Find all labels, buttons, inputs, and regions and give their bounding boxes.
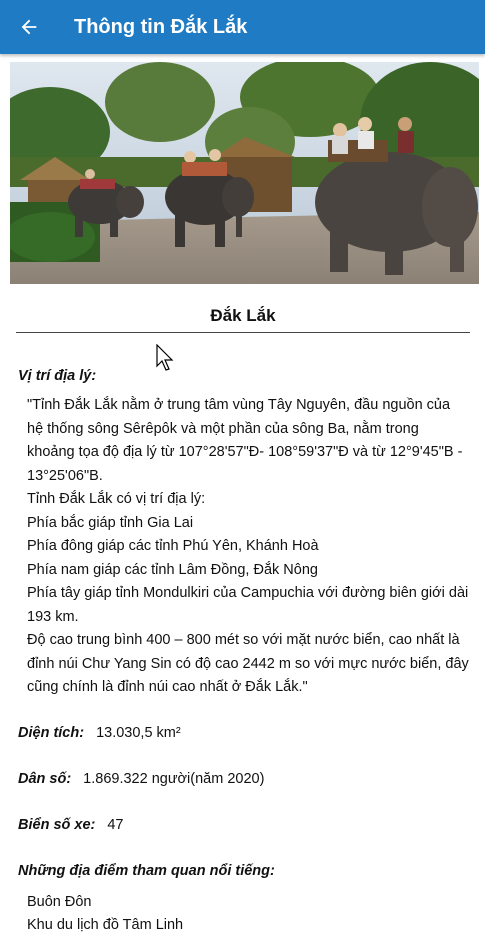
area-label: Diện tích:	[18, 724, 85, 741]
plate-label: Biển số xe:	[18, 816, 96, 833]
plate-value: 47	[107, 816, 124, 833]
geography-line: Phía nam giáp các tỉnh Lâm Đồng, Đắk Nôn…	[27, 561, 318, 578]
geography-line: "Tỉnh Đắk Lắk nằm ở trung tâm vùng Tây N…	[27, 397, 463, 484]
famous-places-list: Buôn Đôn Khu du lịch đồ Tâm Linh	[27, 891, 470, 937]
place-name: Đắk Lắk	[210, 306, 276, 325]
famous-places-label: Những địa điểm tham quan nổi tiếng:	[18, 862, 275, 879]
geography-line: Độ cao trung bình 400 – 800 mét so với m…	[27, 632, 469, 695]
hero-image	[10, 62, 479, 284]
geography-line: Tỉnh Đắk Lắk có vị trí địa lý:	[27, 491, 206, 507]
back-button[interactable]	[0, 0, 58, 54]
geography-label: Vị trí địa lý:	[18, 368, 97, 384]
plate-row: Biển số xe: 47	[18, 817, 470, 833]
geography-line: Phía đông giáp các tỉnh Phú Yên, Khánh H…	[27, 538, 319, 554]
list-item: Buôn Đôn	[27, 893, 92, 910]
geography-line: Phía bắc giáp tỉnh Gia Lai	[27, 514, 194, 531]
geography-line: Phía tây giáp tỉnh Mondulkiri của Campuc…	[27, 585, 469, 625]
population-row: Dân số: 1.869.322 người(năm 2020)	[18, 771, 470, 787]
divider	[16, 332, 470, 333]
population-value: 1.869.322 người(năm 2020)	[83, 770, 265, 787]
elephant-photo	[10, 62, 479, 284]
geography-text: "Tỉnh Đắk Lắk nằm ở trung tâm vùng Tây N…	[27, 394, 470, 700]
area-value: 13.030,5 km²	[96, 724, 181, 741]
page-title: Thông tin Đắk Lắk	[74, 15, 248, 38]
area-row: Diện tích: 13.030,5 km²	[18, 725, 470, 741]
app-bar: Thông tin Đắk Lắk	[0, 0, 485, 54]
population-label: Dân số:	[18, 770, 72, 787]
arrow-left-icon	[21, 19, 37, 35]
info-content: Vị trí địa lý: "Tỉnh Đắk Lắk nằm ở trung…	[18, 368, 470, 937]
list-item: Khu du lịch đồ Tâm Linh	[27, 916, 184, 933]
